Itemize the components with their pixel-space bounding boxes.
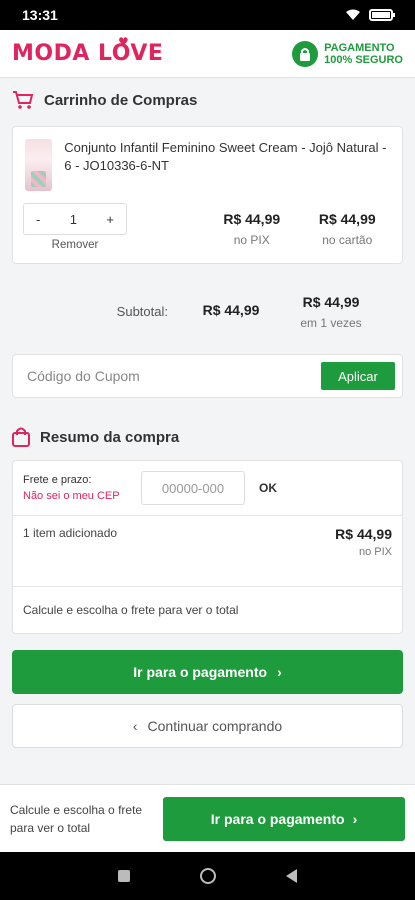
card-price-value: R$ 44,99 [318,211,376,227]
product-name[interactable]: Conjunto Infantil Feminino Sweet Cream -… [64,139,390,191]
logo-text: MODA LOVE [12,41,164,66]
heart-icon: ♥ [118,35,130,49]
secure-line1: PAGAMENTO [324,41,395,54]
items-row: 1 item adicionado R$ 44,99 no PIX [13,516,402,586]
subtotal-installments: em 1 vezes [300,316,362,330]
home-button[interactable] [200,868,216,884]
continue-shopping-label: Continuar comprando [147,718,283,734]
chevron-right-icon: › [277,664,282,680]
battery-icon [369,9,395,21]
back-button[interactable] [286,869,297,883]
bottom-checkout-bar: Calcule e escolha o frete para ver o tot… [0,784,415,852]
unknown-cep-link[interactable]: Não sei o meu CEP [23,488,131,504]
quantity-value[interactable]: 1 [70,212,77,227]
subtotal-card-value: R$ 44,99 [302,294,360,310]
go-to-payment-label: Ir para o pagamento [133,664,268,680]
secure-text: PAGAMENTO 100% SEGURO [324,42,403,66]
chevron-right-icon: › [352,810,358,827]
continue-shopping-button[interactable]: ‹ Continuar comprando [12,704,403,748]
go-to-payment-button[interactable]: Ir para o pagamento › [12,650,403,694]
subtotal-pix-value: R$ 44,99 [202,302,260,318]
bottom-pay-button[interactable]: Ir para o pagamento › [163,796,405,841]
product-row: Conjunto Infantil Feminino Sweet Cream -… [13,127,402,203]
items-price-value: R$ 44,99 [335,526,392,542]
bottom-pay-label: Ir para o pagamento [210,810,345,827]
quantity-stepper: - 1 + [23,203,127,235]
remove-button[interactable]: Remover [23,239,127,251]
pix-price-label: no PIX [233,233,270,247]
secure-payment-badge: PAGAMENTO 100% SEGURO [292,40,403,67]
pix-price-value: R$ 44,99 [223,211,281,227]
shipping-label: Frete e prazo: [23,474,92,486]
items-price-label: no PIX [358,546,392,558]
product-image[interactable] [25,139,53,191]
coupon-input[interactable] [27,368,321,384]
quantity-block: - 1 + Remover [23,203,127,251]
shipping-label-block: Frete e prazo: Não sei o meu CEP [23,472,131,504]
shipping-calc-note: Calcule e escolha o frete para ver o tot… [23,603,239,617]
cep-input[interactable] [141,471,245,505]
status-time: 13:31 [22,7,58,23]
subtotal-label: Subtotal: [116,304,168,319]
wifi-icon [346,9,360,20]
items-price: R$ 44,99 no PIX [335,526,392,558]
card-price: R$ 44,99 no cartão [305,211,391,247]
secure-line2: 100% SEGURO [324,53,403,66]
shopping-bag-icon [12,427,30,447]
summary-card: Frete e prazo: Não sei o meu CEP OK 1 it… [12,460,403,634]
coupon-box: Aplicar [12,354,403,398]
main-content: Carrinho de Compras Conjunto Infantil Fe… [0,78,415,748]
cep-ok-button[interactable]: OK [259,481,277,495]
bottom-note: Calcule e escolha o frete para ver o tot… [10,802,143,835]
cart-item-card: Conjunto Infantil Feminino Sweet Cream -… [12,126,403,264]
shipping-row: Frete e prazo: Não sei o meu CEP OK [13,461,402,515]
quantity-price-row: - 1 + Remover R$ 44,99 no PIX R$ 44,99 n… [13,203,402,263]
apply-coupon-button[interactable]: Aplicar [321,362,395,390]
subtotal-row: Subtotal: R$ 44,99 R$ 44,99 em 1 vezes [0,294,415,330]
summary-title: Resumo da compra [40,428,180,446]
pix-price: R$ 44,99 no PIX [209,211,295,247]
cart-heading: Carrinho de Compras [0,84,415,116]
recent-apps-button[interactable] [118,870,130,882]
subtotal-card: R$ 44,99 em 1 vezes [286,294,376,330]
status-icons [345,9,395,21]
summary-heading: Resumo da compra [0,422,415,452]
status-bar: 13:31 [0,0,415,30]
system-nav-bar [0,852,415,900]
decrease-button[interactable]: - [36,212,40,227]
increase-button[interactable]: + [106,212,114,227]
brand-logo[interactable]: MODA LOVE ♥ [12,35,164,66]
cart-title: Carrinho de Compras [44,91,198,109]
chevron-left-icon: ‹ [132,718,138,734]
cart-icon [13,91,34,109]
lock-icon [292,40,319,67]
subtotal-pix: R$ 44,99 [186,294,276,318]
items-count-label: 1 item adicionado [23,526,118,540]
card-price-label: no cartão [322,233,373,247]
app-header: MODA LOVE ♥ PAGAMENTO 100% SEGURO [0,30,415,78]
